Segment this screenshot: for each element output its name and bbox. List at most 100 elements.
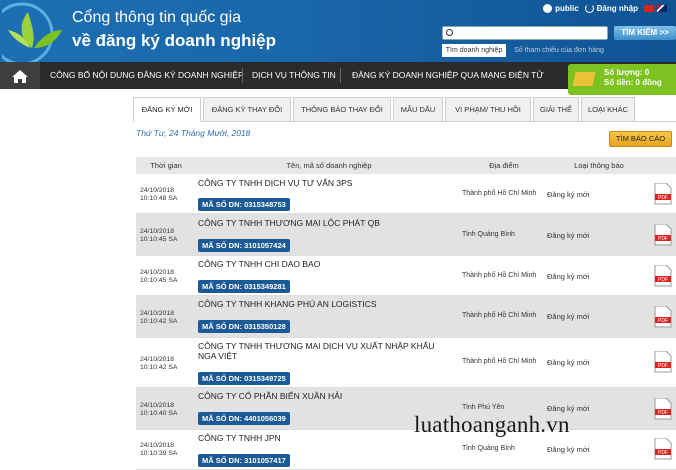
- row-time-text: 10:10:40 SA: [140, 410, 178, 417]
- row-date-text: 24/10/2018: [140, 269, 175, 276]
- svg-text:PDF: PDF: [658, 195, 668, 201]
- row-time-text: 10:10:45 SA: [140, 236, 178, 243]
- tab-change-notice[interactable]: THÔNG BÁO THAY ĐỔI: [293, 97, 391, 122]
- login-label: Đăng nhập: [596, 3, 638, 13]
- pdf-icon[interactable]: PDF: [654, 306, 672, 328]
- nav-item-services[interactable]: DỊCH VỤ THÔNG TIN: [252, 62, 336, 89]
- flag-en-icon[interactable]: [657, 4, 667, 12]
- row-type: Đăng ký mới: [547, 445, 590, 454]
- company-name[interactable]: CÔNG TY TNHH THƯƠNG MẠI DỊCH VỤ XUẤT NHẬ…: [198, 341, 453, 361]
- pdf-icon[interactable]: PDF: [654, 351, 672, 373]
- watermark-text: luathoanganh.vn: [414, 412, 570, 437]
- user-label: public: [555, 3, 579, 13]
- search-tab-order[interactable]: Số tham chiếu của đơn hàng: [510, 44, 608, 57]
- nav-item-online-registration[interactable]: ĐĂNG KÝ DOANH NGHIỆP QUA MẠNG ĐIỆN TỬ: [352, 62, 544, 89]
- table-row[interactable]: 24/10/2018 10:10:48 SA CÔNG TY TNHH DỊCH …: [136, 174, 676, 214]
- col-type: Loại thông báo: [574, 161, 624, 170]
- table-row[interactable]: 24/10/2018 10:10:42 SA CÔNG TY TNHH THƯƠN…: [136, 338, 676, 388]
- row-time-text: 10:10:42 SA: [140, 364, 178, 371]
- company-code-badge: MÃ SỐ DN: 4401056039: [198, 412, 290, 425]
- pdf-icon[interactable]: PDF: [654, 183, 672, 205]
- row-date-text: 24/10/2018: [140, 402, 175, 409]
- svg-text:PDF: PDF: [658, 450, 668, 456]
- user-icon: [543, 3, 553, 13]
- col-place: Địa điểm: [489, 161, 519, 170]
- tab-other[interactable]: LOẠI KHÁC: [581, 97, 635, 122]
- login-link[interactable]: Đăng nhập: [584, 3, 638, 13]
- row-type: Đăng ký mới: [547, 231, 590, 240]
- row-place: Tỉnh Quảng Bình: [462, 231, 515, 238]
- cart-quantity: Số lượng: 0: [604, 68, 650, 77]
- company-name[interactable]: CÔNG TY TNHH CHI DAO BAO: [198, 259, 453, 269]
- search-tab-business[interactable]: Tìm doanh nghiệp: [442, 44, 506, 57]
- tab-seal[interactable]: MẪU DẤU: [393, 97, 443, 122]
- row-place: Tỉnh Quảng Bình: [462, 445, 515, 452]
- row-type: Đăng ký mới: [547, 190, 590, 199]
- table-row[interactable]: 24/10/2018 10:10:42 SA CÔNG TY TNHH KHANG…: [136, 296, 676, 338]
- company-code-badge: MÃ SỐ DN: 3101057417: [198, 454, 290, 467]
- cart-box[interactable]: Số lượng: 0 Số tiền: 0 đồng: [568, 64, 676, 95]
- pdf-icon[interactable]: PDF: [654, 438, 672, 460]
- site-title-line1: Cổng thông tin quốc gia: [72, 9, 242, 26]
- home-icon: [12, 70, 28, 83]
- row-type: Đăng ký mới: [547, 358, 590, 367]
- tab-new-registration[interactable]: ĐĂNG KÝ MỚI: [133, 97, 201, 122]
- company-code-badge: MÃ SỐ DN: 0315348753: [198, 198, 290, 211]
- site-header: Cổng thông tin quốc gia về đăng ký doanh…: [0, 0, 676, 62]
- row-time-text: 10:10:42 SA: [140, 318, 178, 325]
- tab-dissolution[interactable]: GIẢI THỂ: [533, 97, 579, 122]
- tab-change-registration[interactable]: ĐĂNG KÝ THAY ĐỔI: [203, 97, 291, 122]
- row-type: Đăng ký mới: [547, 272, 590, 281]
- search-button[interactable]: TÌM KIẾM >>: [614, 26, 676, 40]
- cart-icon: [572, 72, 596, 86]
- table-row[interactable]: 24/10/2018 10:10:45 SA CÔNG TY TNHH CHI D…: [136, 256, 676, 296]
- search-input[interactable]: [442, 26, 608, 40]
- company-name[interactable]: CÔNG TY TNHH THƯƠNG MẠI LỘC PHÁT QB: [198, 218, 453, 228]
- table-row[interactable]: 24/10/2018 10:10:45 SA CÔNG TY TNHH THƯƠN…: [136, 214, 676, 256]
- flag-vn-icon[interactable]: [644, 4, 654, 12]
- cart-amount: Số tiền: 0 đồng: [604, 78, 662, 87]
- company-name[interactable]: CÔNG TY TNHH KHANG PHÚ AN LOGISTICS: [198, 299, 453, 309]
- row-time: 24/10/2018 10:10:39 SA: [140, 442, 190, 458]
- company-code-badge: MÃ SỐ DN: 3101057424: [198, 239, 290, 252]
- top-links: public Đăng nhập: [543, 0, 676, 16]
- col-time: Thời gian: [150, 161, 182, 170]
- row-date-text: 24/10/2018: [140, 228, 175, 235]
- pdf-icon[interactable]: PDF: [654, 398, 672, 420]
- row-type: Đăng ký mới: [547, 312, 590, 321]
- svg-text:PDF: PDF: [658, 363, 668, 369]
- row-time: 24/10/2018 10:10:45 SA: [140, 228, 190, 244]
- pdf-icon[interactable]: PDF: [654, 265, 672, 287]
- row-place: Thành phố Hồ Chí Minh: [462, 190, 537, 197]
- pdf-icon[interactable]: PDF: [654, 224, 672, 246]
- company-name[interactable]: CÔNG TY TNHH DỊCH VỤ TƯ VẤN 3PS: [198, 178, 453, 188]
- lang-switch: [644, 4, 670, 12]
- row-time: 24/10/2018 10:10:40 SA: [140, 402, 190, 418]
- row-time-text: 10:10:39 SA: [140, 450, 178, 457]
- table-row[interactable]: 24/10/2018 10:10:39 SA CÔNG TY TNHH JPN M…: [136, 430, 676, 470]
- row-place: Tỉnh Phú Yên: [462, 404, 505, 411]
- find-report-button[interactable]: TÌM BÁO CÁO: [609, 131, 672, 147]
- logo-icon[interactable]: [2, 0, 64, 62]
- row-time: 24/10/2018 10:10:42 SA: [140, 310, 190, 326]
- current-date: Thứ Tư, 24 Tháng Mười, 2018: [136, 128, 251, 138]
- user-link[interactable]: public: [543, 3, 579, 13]
- row-time: 24/10/2018 10:10:45 SA: [140, 269, 190, 285]
- row-place: Thành phố Hồ Chí Minh: [462, 312, 537, 319]
- nav-divider: [242, 68, 243, 83]
- tab-violation[interactable]: VI PHẠM/ THU HỒI: [445, 97, 531, 122]
- svg-text:PDF: PDF: [658, 277, 668, 283]
- row-place: Thành phố Hồ Chí Minh: [462, 272, 537, 279]
- company-name[interactable]: CÔNG TY CỔ PHẦN BIỂN XUÂN HẢI: [198, 391, 453, 401]
- row-date-text: 24/10/2018: [140, 442, 175, 449]
- nav-home[interactable]: [0, 62, 40, 89]
- company-code-badge: MÃ SỐ DN: 0315349725: [198, 372, 290, 385]
- table-row[interactable]: 24/10/2018 10:10:40 SA CÔNG TY CỔ PHẦN BI…: [136, 388, 676, 430]
- nav-divider: [340, 68, 341, 83]
- row-date-text: 24/10/2018: [140, 187, 175, 194]
- row-time-text: 10:10:45 SA: [140, 277, 178, 284]
- col-name: Tên, mã số doanh nghiệp: [286, 161, 372, 170]
- nav-item-publish[interactable]: CÔNG BỐ NỘI DUNG ĐĂNG KÝ DOANH NGHIỆP: [50, 62, 244, 89]
- row-date-text: 24/10/2018: [140, 356, 175, 363]
- row-time: 24/10/2018 10:10:48 SA: [140, 187, 190, 203]
